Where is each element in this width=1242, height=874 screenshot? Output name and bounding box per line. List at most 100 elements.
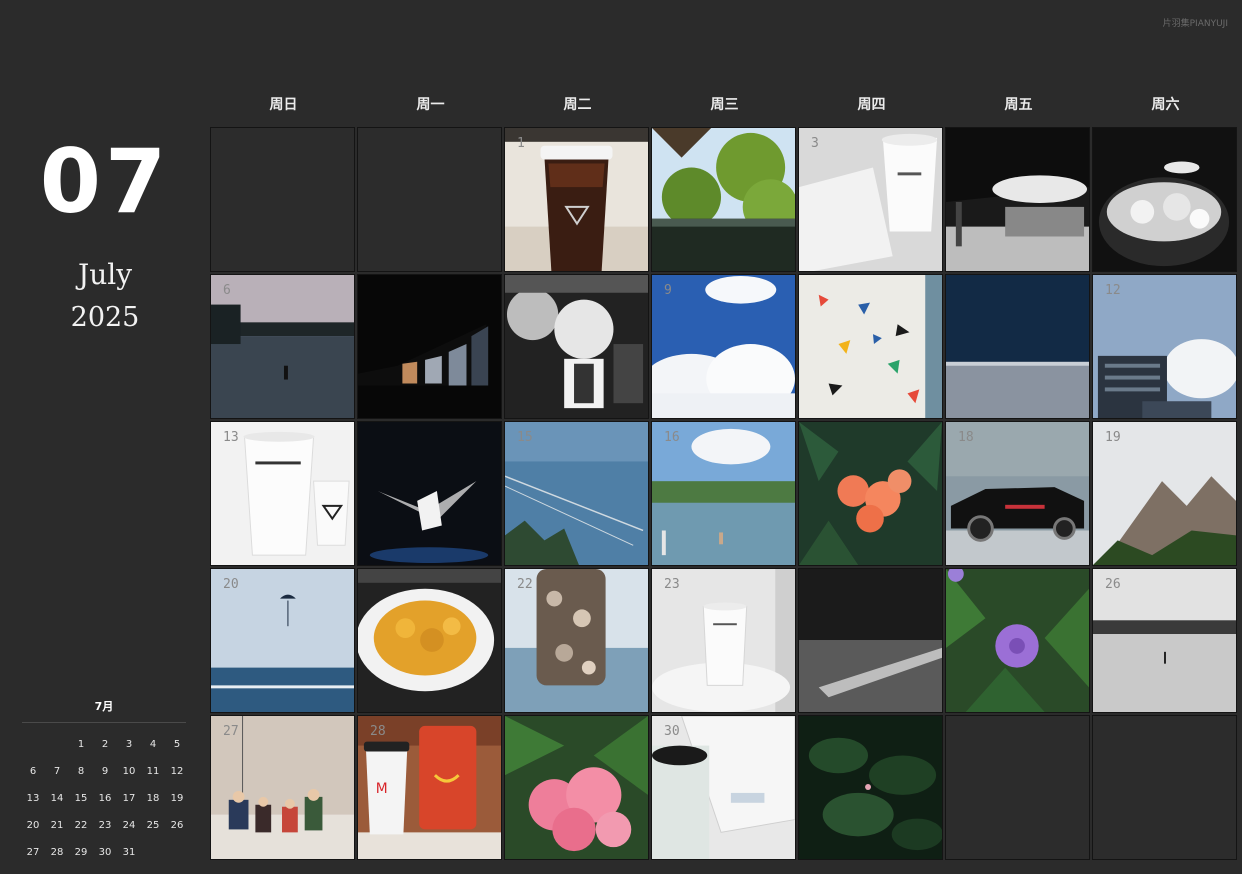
mini-calendar-day: 15 bbox=[74, 793, 88, 804]
calendar-day-cell[interactable] bbox=[945, 127, 1090, 272]
mini-calendar-day: 3 bbox=[125, 739, 133, 750]
weekday-label: 周五 bbox=[1004, 97, 1033, 113]
month-name: July bbox=[77, 258, 133, 291]
calendar-day-cell[interactable] bbox=[504, 715, 649, 860]
calendar-day-cell[interactable] bbox=[798, 274, 943, 419]
calendar-day-cell[interactable] bbox=[945, 274, 1090, 419]
bw-pool-photo bbox=[799, 569, 942, 712]
mini-calendar-title: 7月 bbox=[22, 698, 186, 723]
terrazzo-pattern-photo bbox=[799, 275, 942, 418]
mini-calendar-day: 29 bbox=[74, 847, 88, 858]
day-number: 19 bbox=[1105, 430, 1121, 445]
calendar-day-cell[interactable] bbox=[651, 127, 796, 272]
mini-calendar-day: 12 bbox=[170, 766, 184, 777]
calendar-day-cell[interactable]: 26 bbox=[1092, 568, 1237, 713]
mini-calendar-day: 24 bbox=[122, 820, 136, 831]
weekday-label: 周二 bbox=[563, 97, 592, 113]
year: 2025 bbox=[70, 302, 140, 333]
mini-calendar-day: 14 bbox=[50, 793, 64, 804]
orange-flowers-photo bbox=[799, 422, 942, 565]
calendar-day-cell[interactable] bbox=[357, 274, 502, 419]
day-number: 16 bbox=[664, 430, 680, 445]
day-number: 9 bbox=[664, 283, 672, 298]
calendar-day-cell[interactable]: 15 bbox=[504, 421, 649, 566]
calendar-day-cell[interactable] bbox=[798, 568, 943, 713]
calendar-day-cell[interactable] bbox=[504, 274, 649, 419]
lotus-leaves-photo bbox=[799, 716, 942, 859]
calendar-cell-empty bbox=[1092, 715, 1237, 860]
mini-calendar-day: 1 bbox=[77, 739, 85, 750]
calendar-cell-empty bbox=[357, 127, 502, 272]
mini-calendar-day bbox=[165, 839, 189, 866]
month-number: 07 bbox=[39, 130, 171, 233]
mini-calendar-day: 27 bbox=[26, 847, 40, 858]
calendar-day-cell[interactable] bbox=[357, 421, 502, 566]
day-number: 3 bbox=[811, 136, 819, 151]
calendar-day-cell[interactable] bbox=[798, 715, 943, 860]
calendar-day-cell[interactable]: 3 bbox=[798, 127, 943, 272]
day-number: 27 bbox=[223, 724, 239, 739]
mini-calendar-day: 6 bbox=[29, 766, 37, 777]
day-number: 18 bbox=[958, 430, 974, 445]
mini-calendar-day bbox=[21, 731, 45, 758]
calendar-day-cell[interactable]: 1 bbox=[504, 127, 649, 272]
tennis-court-photo bbox=[946, 275, 1089, 418]
dark-window-dusk-photo bbox=[358, 275, 501, 418]
day-number: 22 bbox=[517, 577, 533, 592]
calendar-day-cell[interactable]: 6 bbox=[210, 274, 355, 419]
day-number: 6 bbox=[223, 283, 231, 298]
calendar-day-cell[interactable]: 19 bbox=[1092, 421, 1237, 566]
calendar-day-cell[interactable]: M 28 bbox=[357, 715, 502, 860]
calendar-day-cell[interactable] bbox=[1092, 127, 1237, 272]
mini-calendar-day: 25 bbox=[146, 820, 160, 831]
calendar-cell-empty bbox=[210, 127, 355, 272]
lake-sunset-photo bbox=[211, 275, 354, 418]
building-overhang-photo bbox=[946, 128, 1089, 271]
mini-calendar-day: 10 bbox=[122, 766, 136, 777]
calendar-day-cell[interactable]: 22 bbox=[504, 568, 649, 713]
mini-calendar-day: 20 bbox=[26, 820, 40, 831]
calendar-day-cell[interactable]: 20 bbox=[210, 568, 355, 713]
mini-calendar-day: 8 bbox=[77, 766, 85, 777]
mini-calendar-grid: 1 2 3 4 5 6 7 8 9 10 11 12 13 14 15 16 17 18 19 20 21 22 23 24 2… bbox=[21, 731, 186, 866]
pink-flowers-photo bbox=[505, 716, 648, 859]
mini-calendar-day: 22 bbox=[74, 820, 88, 831]
calendar-day-cell[interactable] bbox=[945, 568, 1090, 713]
mini-calendar-day: 26 bbox=[170, 820, 184, 831]
mini-calendar-day: 19 bbox=[170, 793, 184, 804]
mini-calendar-day: 11 bbox=[146, 766, 160, 777]
day-number: 28 bbox=[370, 724, 386, 739]
robot-figures-photo bbox=[505, 275, 648, 418]
day-number: 12 bbox=[1105, 283, 1121, 298]
coffee-cup-notebook-photo bbox=[799, 128, 942, 271]
day-number: 15 bbox=[517, 430, 533, 445]
mini-calendar-day: 4 bbox=[149, 739, 157, 750]
svg-text:M: M bbox=[376, 781, 388, 797]
calendar-day-cell[interactable]: 27 bbox=[210, 715, 355, 860]
mini-calendar-day: 9 bbox=[101, 766, 109, 777]
calendar-day-cell[interactable]: 12 bbox=[1092, 274, 1237, 419]
day-number: 30 bbox=[664, 724, 680, 739]
blue-sky-clouds-photo bbox=[652, 275, 795, 418]
watermark: 片羽集PIANYUJI bbox=[1162, 19, 1228, 29]
calendar-day-cell[interactable]: 18 bbox=[945, 421, 1090, 566]
calendar-day-cell[interactable] bbox=[798, 421, 943, 566]
calendar-day-cell[interactable]: 9 bbox=[651, 274, 796, 419]
weekday-label: 周三 bbox=[710, 97, 739, 113]
calendar-day-cell[interactable]: 30 bbox=[651, 715, 796, 860]
mini-calendar-day: 28 bbox=[50, 847, 64, 858]
weekday-header: 周日 周一 周二 周三 周四 周五 周六 bbox=[210, 94, 1240, 114]
day-number: 1 bbox=[517, 136, 525, 151]
calendar-day-cell[interactable]: 13 bbox=[210, 421, 355, 566]
mini-calendar-day bbox=[141, 839, 165, 866]
mini-calendar-day: 16 bbox=[98, 793, 112, 804]
day-number: 13 bbox=[223, 430, 239, 445]
mini-calendar-day: 30 bbox=[98, 847, 112, 858]
calendar-day-cell[interactable]: 16 bbox=[651, 421, 796, 566]
calendar-day-cell[interactable]: 23 bbox=[651, 568, 796, 713]
calendar-day-cell[interactable] bbox=[357, 568, 502, 713]
mini-calendar-day: 17 bbox=[122, 793, 136, 804]
weekday-label: 周四 bbox=[857, 97, 886, 113]
day-number: 23 bbox=[664, 577, 680, 592]
mini-calendar-day: 13 bbox=[26, 793, 40, 804]
